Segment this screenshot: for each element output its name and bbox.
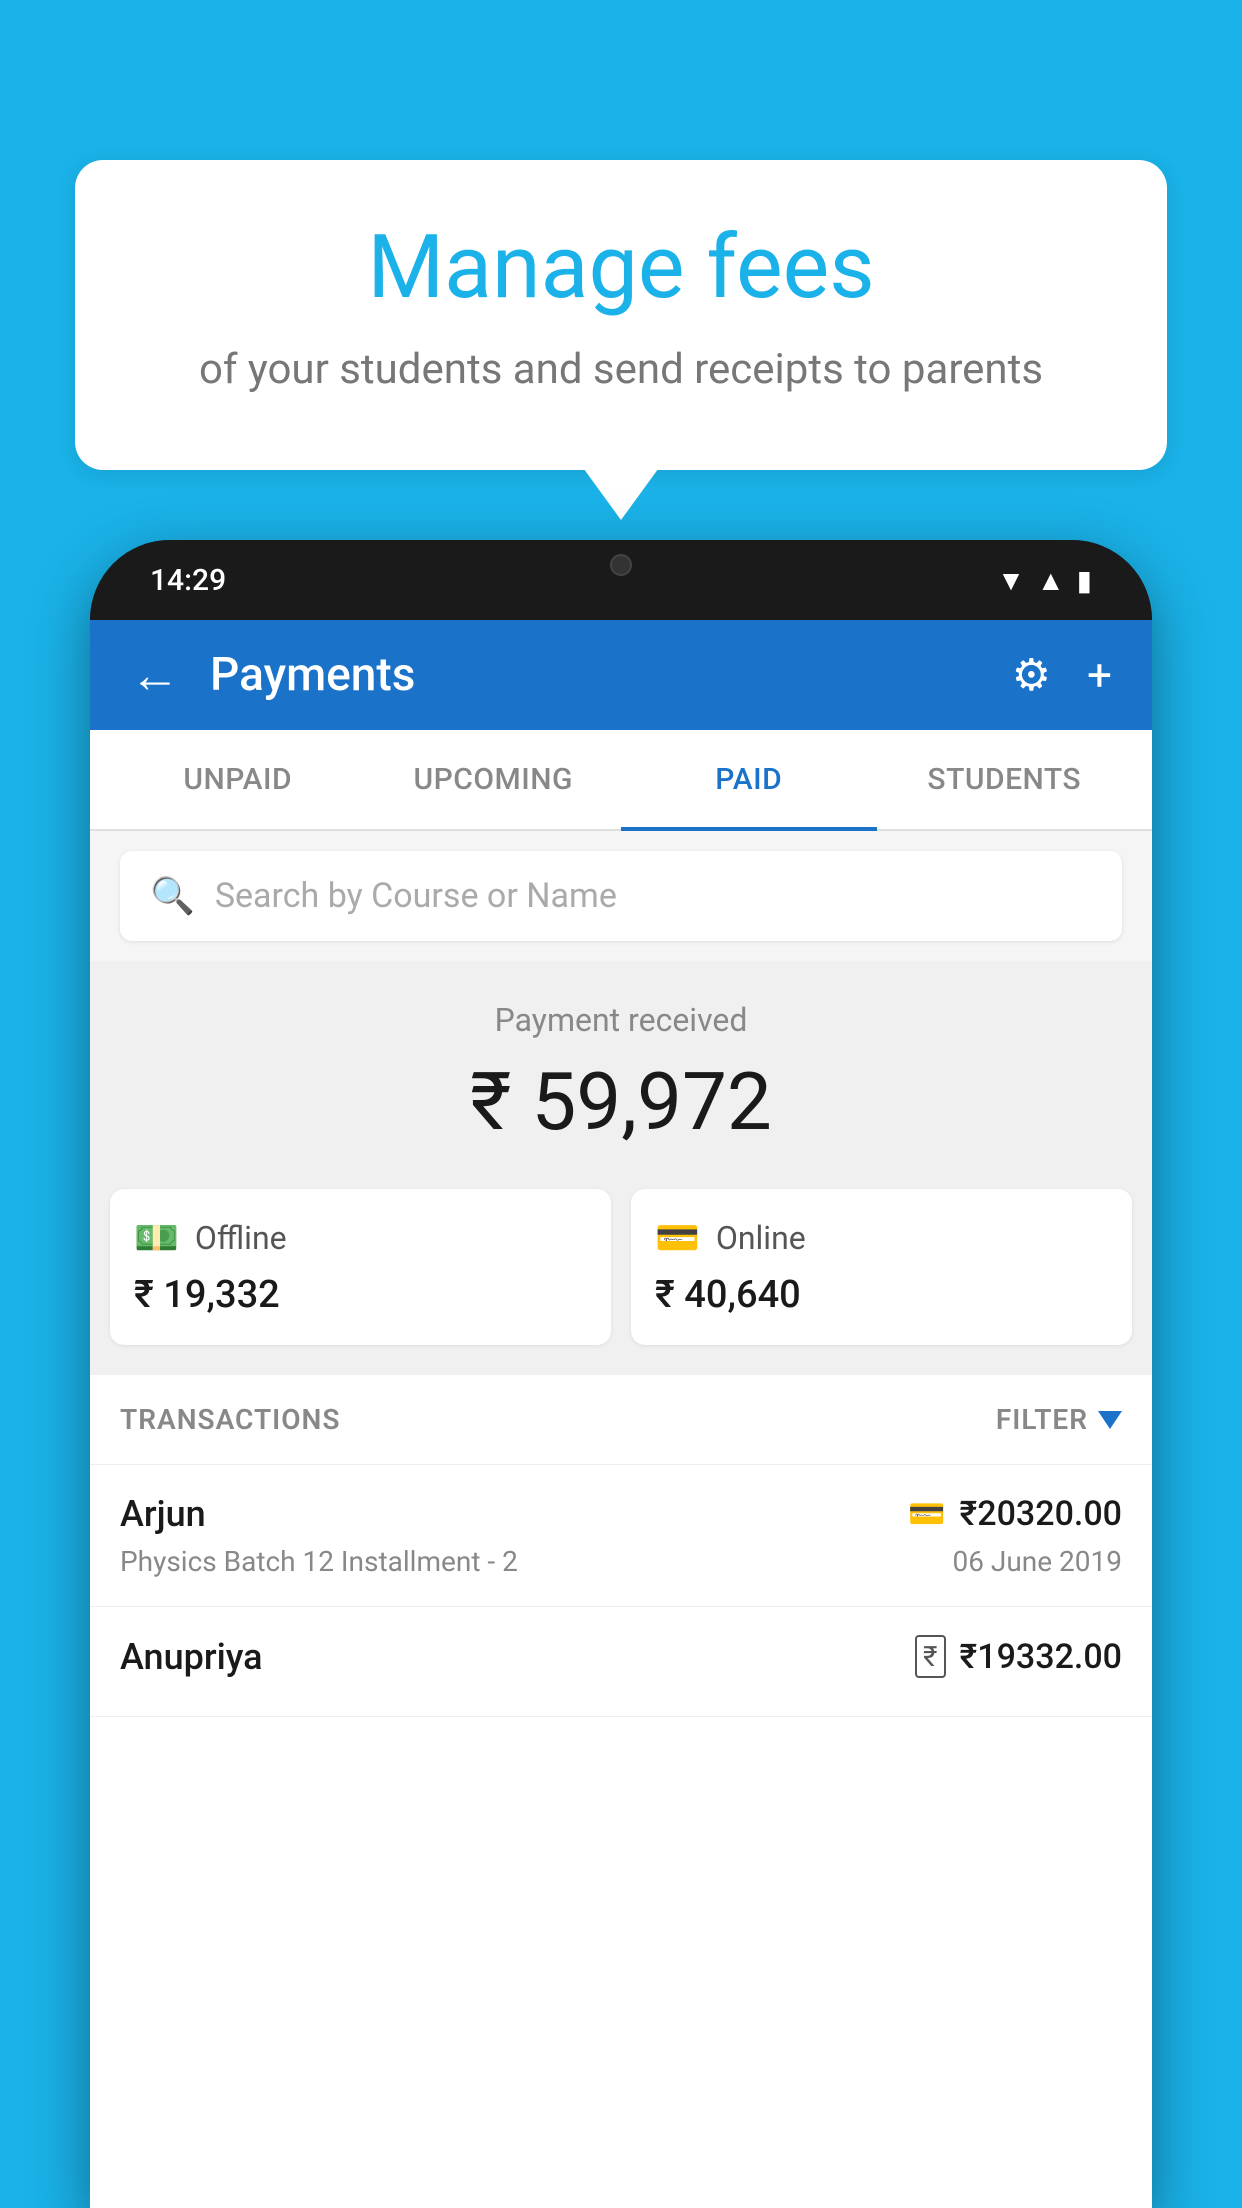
offline-label: Offline bbox=[195, 1219, 287, 1257]
search-bar[interactable]: 🔍 Search by Course or Name bbox=[120, 851, 1122, 941]
phone-frame: 14:29 ▼ ▲ ▮ ← Payments ⚙ + UNPAID UPCOMI… bbox=[90, 540, 1152, 2208]
transaction-amount: ₹19332.00 bbox=[960, 1637, 1122, 1677]
transactions-label: TRANSACTIONS bbox=[120, 1403, 340, 1436]
header-actions: ⚙ + bbox=[1012, 649, 1112, 701]
filter-text: FILTER bbox=[996, 1403, 1088, 1436]
settings-icon[interactable]: ⚙ bbox=[1012, 649, 1051, 701]
cash-payment-icon: ₹ bbox=[915, 1635, 945, 1678]
wifi-icon: ▼ bbox=[997, 564, 1025, 597]
tabs-row: UNPAID UPCOMING PAID STUDENTS bbox=[90, 730, 1152, 831]
phone-notch bbox=[541, 540, 701, 590]
transaction-amount-row: ₹ ₹19332.00 bbox=[915, 1635, 1122, 1678]
online-label: Online bbox=[716, 1219, 806, 1257]
bubble-title: Manage fees bbox=[155, 220, 1087, 317]
online-card-header: 💳 Online bbox=[655, 1217, 1108, 1259]
page-title: Payments bbox=[210, 648, 982, 702]
transaction-main-row: Arjun 💳 ₹20320.00 bbox=[120, 1493, 1122, 1535]
promo-bubble-card: Manage fees of your students and send re… bbox=[75, 160, 1167, 470]
app-header: ← Payments ⚙ + bbox=[90, 620, 1152, 730]
offline-payment-card: 💵 Offline ₹ 19,332 bbox=[110, 1189, 611, 1345]
filter-button[interactable]: FILTER bbox=[996, 1403, 1122, 1436]
transaction-amount-row: 💳 ₹20320.00 bbox=[908, 1494, 1122, 1534]
tab-students[interactable]: STUDENTS bbox=[877, 730, 1133, 829]
search-container: 🔍 Search by Course or Name bbox=[90, 831, 1152, 961]
transaction-amount: ₹20320.00 bbox=[960, 1494, 1122, 1534]
back-button[interactable]: ← bbox=[130, 646, 180, 705]
transaction-sub-row: Physics Batch 12 Installment - 2 06 June… bbox=[120, 1545, 1122, 1578]
offline-amount: ₹ 19,332 bbox=[134, 1273, 587, 1317]
online-amount: ₹ 40,640 bbox=[655, 1273, 1108, 1317]
payment-received-section: Payment received ₹ 59,972 bbox=[90, 961, 1152, 1189]
table-row[interactable]: Arjun 💳 ₹20320.00 Physics Batch 12 Insta… bbox=[90, 1465, 1152, 1607]
online-payment-card: 💳 Online ₹ 40,640 bbox=[631, 1189, 1132, 1345]
filter-icon bbox=[1098, 1411, 1122, 1429]
transactions-header: TRANSACTIONS FILTER bbox=[90, 1375, 1152, 1465]
offline-card-header: 💵 Offline bbox=[134, 1217, 587, 1259]
status-icons: ▼ ▲ ▮ bbox=[997, 564, 1092, 597]
camera-dot bbox=[610, 554, 632, 576]
battery-icon: ▮ bbox=[1077, 564, 1092, 597]
search-placeholder: Search by Course or Name bbox=[215, 876, 617, 916]
table-row[interactable]: Anupriya ₹ ₹19332.00 bbox=[90, 1607, 1152, 1717]
offline-icon: 💵 bbox=[134, 1217, 179, 1259]
transaction-name: Anupriya bbox=[120, 1636, 263, 1678]
transaction-name: Arjun bbox=[120, 1493, 206, 1535]
payment-received-label: Payment received bbox=[110, 1001, 1132, 1039]
transaction-course: Physics Batch 12 Installment - 2 bbox=[120, 1545, 518, 1578]
status-time: 14:29 bbox=[150, 563, 226, 598]
bubble-subtitle: of your students and send receipts to pa… bbox=[155, 341, 1087, 400]
transaction-date: 06 June 2019 bbox=[952, 1545, 1122, 1578]
card-payment-icon: 💳 bbox=[908, 1497, 945, 1532]
payment-cards-row: 💵 Offline ₹ 19,332 💳 Online ₹ 40,640 bbox=[90, 1189, 1152, 1375]
search-icon: 🔍 bbox=[150, 875, 195, 917]
app-content: ← Payments ⚙ + UNPAID UPCOMING PAID STUD… bbox=[90, 620, 1152, 2208]
tab-paid[interactable]: PAID bbox=[621, 730, 877, 829]
tab-unpaid[interactable]: UNPAID bbox=[110, 730, 366, 829]
payment-received-amount: ₹ 59,972 bbox=[110, 1055, 1132, 1149]
status-bar: 14:29 ▼ ▲ ▮ bbox=[90, 540, 1152, 620]
signal-icon: ▲ bbox=[1037, 564, 1065, 597]
transaction-main-row: Anupriya ₹ ₹19332.00 bbox=[120, 1635, 1122, 1678]
online-icon: 💳 bbox=[655, 1217, 700, 1259]
tab-upcoming[interactable]: UPCOMING bbox=[366, 730, 622, 829]
add-icon[interactable]: + bbox=[1087, 649, 1112, 701]
